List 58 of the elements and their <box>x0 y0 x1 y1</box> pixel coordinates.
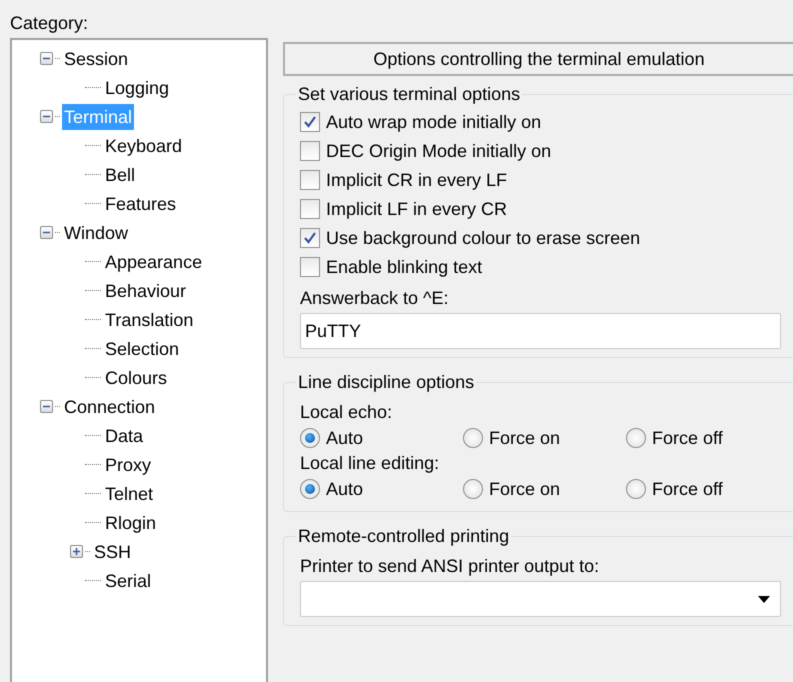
checkbox-label: Use background colour to erase screen <box>326 226 640 248</box>
tree-item[interactable]: Window <box>62 220 130 246</box>
radio-label: Force off <box>652 426 723 448</box>
checkbox[interactable] <box>300 228 320 248</box>
tree-item[interactable]: Telnet <box>103 480 156 506</box>
tree-item[interactable]: Selection <box>103 336 182 362</box>
expand-icon[interactable] <box>70 545 83 558</box>
radio-button[interactable] <box>626 428 646 448</box>
radio-button[interactable] <box>463 478 483 498</box>
collapse-icon[interactable] <box>40 226 53 239</box>
checkbox-label: Auto wrap mode initially on <box>326 110 542 132</box>
group-title: Set various terminal options <box>297 84 522 105</box>
radio-label: Force on <box>489 426 560 448</box>
radio-button[interactable] <box>626 478 646 498</box>
checkbox[interactable] <box>300 140 320 160</box>
panel-title: Options controlling the terminal emulation <box>283 42 793 76</box>
radio-label: Force on <box>489 478 560 500</box>
tree-item[interactable]: Connection <box>62 394 158 420</box>
checkbox[interactable] <box>300 198 320 218</box>
collapse-icon[interactable] <box>40 52 53 65</box>
collapse-icon[interactable] <box>40 400 53 413</box>
radio-button[interactable] <box>300 428 320 448</box>
radio-label: Auto <box>326 478 364 500</box>
checkbox[interactable] <box>300 256 320 276</box>
tree-item[interactable]: Bell <box>103 162 138 188</box>
checkbox[interactable] <box>300 170 320 190</box>
group-title: Remote-controlled printing <box>297 526 510 547</box>
category-label: Category: <box>10 12 90 35</box>
checkbox-label: Implicit CR in every LF <box>326 168 508 190</box>
checkbox-label: Implicit LF in every CR <box>326 198 508 220</box>
answerback-label: Answerback to ^E: <box>300 287 450 309</box>
printer-label: Printer to send ANSI printer output to: <box>300 555 600 577</box>
radio-label: Force off <box>652 478 723 500</box>
answerback-field[interactable]: PuTTY <box>300 313 781 349</box>
tree-item[interactable]: Proxy <box>103 452 154 478</box>
tree-item[interactable]: Data <box>103 422 146 448</box>
tree-item[interactable]: Serial <box>103 568 154 594</box>
radio-button[interactable] <box>300 478 320 498</box>
tree-item[interactable]: Behaviour <box>103 278 188 304</box>
tree-item[interactable]: SSH <box>92 538 134 564</box>
collapse-icon[interactable] <box>40 110 53 123</box>
dropdown-caret-icon <box>758 596 770 602</box>
radio-button[interactable] <box>463 428 483 448</box>
tree-item[interactable]: Session <box>62 46 130 72</box>
radio-group-label: Local line editing: <box>300 452 440 474</box>
checkbox-label: Enable blinking text <box>326 256 482 278</box>
checkbox[interactable] <box>300 112 320 132</box>
tree-item[interactable]: Features <box>103 190 178 216</box>
tree-item[interactable]: Appearance <box>103 248 204 274</box>
group-title: Line discipline options <box>297 372 476 393</box>
tree-item[interactable]: Colours <box>103 364 170 390</box>
tree-item[interactable]: Rlogin <box>103 510 158 536</box>
tree-item[interactable]: Keyboard <box>103 132 184 158</box>
radio-label: Auto <box>326 426 364 448</box>
checkbox-label: DEC Origin Mode initially on <box>326 140 552 162</box>
tree-item[interactable]: Translation <box>103 306 196 332</box>
tree-item[interactable]: Logging <box>103 74 172 100</box>
radio-group-label: Local echo: <box>300 401 394 423</box>
